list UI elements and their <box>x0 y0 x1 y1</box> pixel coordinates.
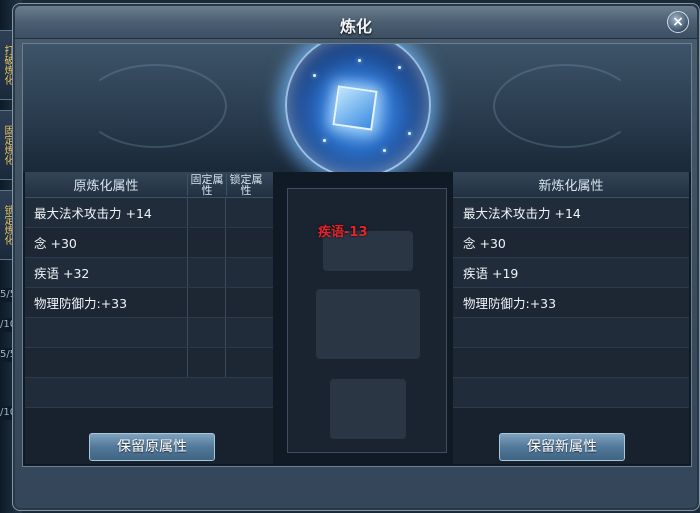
new-attribute-row: 念 +30 <box>453 228 689 258</box>
sparkle-icon <box>408 132 411 135</box>
locked-attribute-slot[interactable] <box>225 258 263 287</box>
keep-new-button[interactable]: 保留新属性 <box>499 433 625 461</box>
original-attribute-row <box>25 348 273 378</box>
locked-attribute-slot[interactable] <box>225 318 263 347</box>
swirl-ornament-right <box>493 64 637 148</box>
refine-orb-banner <box>23 44 691 172</box>
new-attribute-text: 最大法术攻击力 +14 <box>463 206 581 221</box>
lantern-silhouette-body <box>316 289 420 359</box>
lantern-silhouette-base <box>330 379 406 439</box>
original-attributes-panel: 原炼化属性 固定属性 锁定属性 最大法术攻击力 +14 念 +30 疾语 +32… <box>25 172 273 464</box>
fixed-attribute-column-header: 固定属性 <box>187 173 226 196</box>
new-attributes-panel: 新炼化属性 最大法术攻击力 +14 念 +30 疾语 +19 物理防御力:+33 <box>453 172 689 464</box>
new-attribute-text: 疾语 +19 <box>463 266 519 281</box>
new-attribute-row: 最大法术攻击力 +14 <box>453 198 689 228</box>
locked-attribute-slot[interactable] <box>225 288 263 317</box>
dialog-title: 炼化 <box>339 17 372 36</box>
sparkle-icon <box>313 74 316 77</box>
original-attribute-text: 念 +30 <box>34 236 77 251</box>
fixed-attribute-slot[interactable] <box>187 288 225 317</box>
locked-attribute-slot[interactable] <box>225 348 263 377</box>
sparkle-icon <box>383 149 386 152</box>
keep-original-button[interactable]: 保留原属性 <box>89 433 215 461</box>
dialog-content: 原炼化属性 固定属性 锁定属性 最大法术攻击力 +14 念 +30 疾语 +32… <box>22 43 692 467</box>
original-attributes-header: 原炼化属性 固定属性 锁定属性 <box>25 172 273 198</box>
new-attribute-row <box>453 348 689 378</box>
fixed-attribute-slot[interactable] <box>187 198 225 227</box>
locked-attribute-slot[interactable] <box>225 228 263 257</box>
fixed-attribute-slot[interactable] <box>187 318 225 347</box>
original-attribute-text: 最大法术攻击力 +14 <box>34 206 152 221</box>
new-attribute-row <box>453 378 689 408</box>
locked-attribute-slot[interactable] <box>225 198 263 227</box>
new-attribute-text: 念 +30 <box>463 236 506 251</box>
fixed-attribute-slot[interactable] <box>187 228 225 257</box>
original-attribute-text: 疾语 +32 <box>34 266 90 281</box>
refine-item-icon <box>332 85 378 131</box>
refine-preview-area: 疾语-13 <box>287 188 447 453</box>
original-attribute-text: 物理防御力:+33 <box>34 296 128 311</box>
new-attribute-row <box>453 318 689 348</box>
new-attributes-title: 新炼化属性 <box>538 179 604 194</box>
fixed-attribute-slot[interactable] <box>187 348 225 377</box>
sparkle-icon <box>323 139 326 142</box>
dialog-titlebar[interactable]: 炼化 × <box>15 6 697 39</box>
original-attribute-row <box>25 318 273 348</box>
refine-dialog: 炼化 × 原炼化属性 固定属性 锁定属性 最大法术攻击力 +14 念 +30 疾… <box>12 3 700 511</box>
sparkle-icon <box>398 66 401 69</box>
sparkle-icon <box>358 59 361 62</box>
original-attribute-row: 念 +30 <box>25 228 273 258</box>
original-attribute-row: 最大法术攻击力 +14 <box>25 198 273 228</box>
original-attribute-row: 物理防御力:+33 <box>25 288 273 318</box>
locked-attribute-column-header: 锁定属性 <box>226 173 265 196</box>
original-attributes-title: 原炼化属性 <box>73 179 139 194</box>
new-attributes-header: 新炼化属性 <box>453 172 689 198</box>
fixed-attribute-slot[interactable] <box>187 258 225 287</box>
original-attribute-row <box>25 378 273 408</box>
new-attribute-text: 物理防御力:+33 <box>463 296 557 311</box>
attribute-change-text: 疾语-13 <box>318 225 368 240</box>
close-icon: × <box>672 14 684 30</box>
close-button[interactable]: × <box>667 11 689 33</box>
original-attribute-row: 疾语 +32 <box>25 258 273 288</box>
swirl-ornament-left <box>83 64 227 148</box>
new-attribute-row: 疾语 +19 <box>453 258 689 288</box>
new-attribute-row: 物理防御力:+33 <box>453 288 689 318</box>
